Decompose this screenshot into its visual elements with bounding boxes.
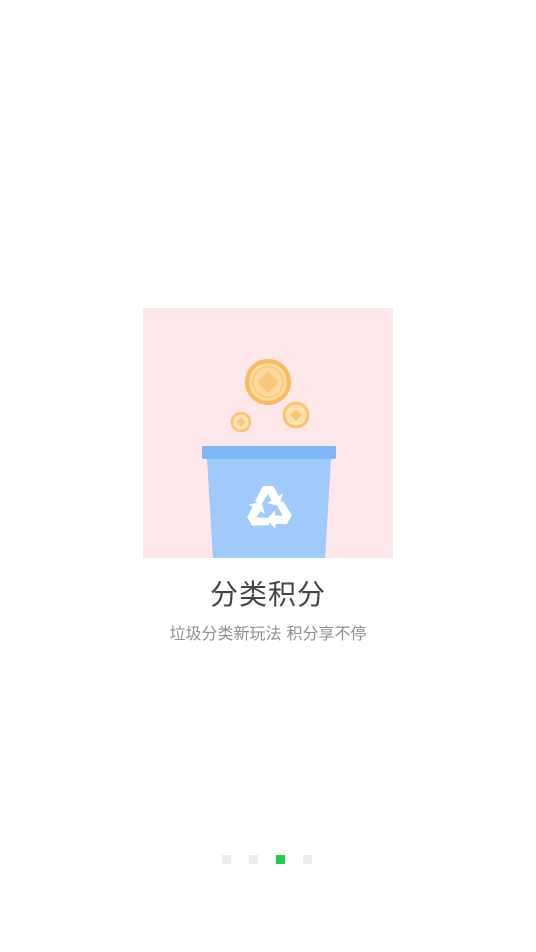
onboarding-screen: 分类积分 垃圾分类新玩法 积分享不停	[0, 0, 536, 952]
recycle-bin-illustration	[143, 308, 393, 558]
page-dot-4[interactable]	[303, 855, 312, 864]
coin-icon	[245, 359, 291, 405]
page-dot-1[interactable]	[222, 855, 231, 864]
page-indicator	[222, 855, 312, 864]
page-title: 分类积分	[209, 578, 326, 611]
page-dot-3-active[interactable]	[276, 855, 285, 864]
page-subtitle: 垃圾分类新玩法 积分享不停	[169, 624, 367, 643]
page-dot-2[interactable]	[249, 855, 258, 864]
coin-icon	[230, 411, 252, 433]
coin-icon	[282, 401, 310, 429]
